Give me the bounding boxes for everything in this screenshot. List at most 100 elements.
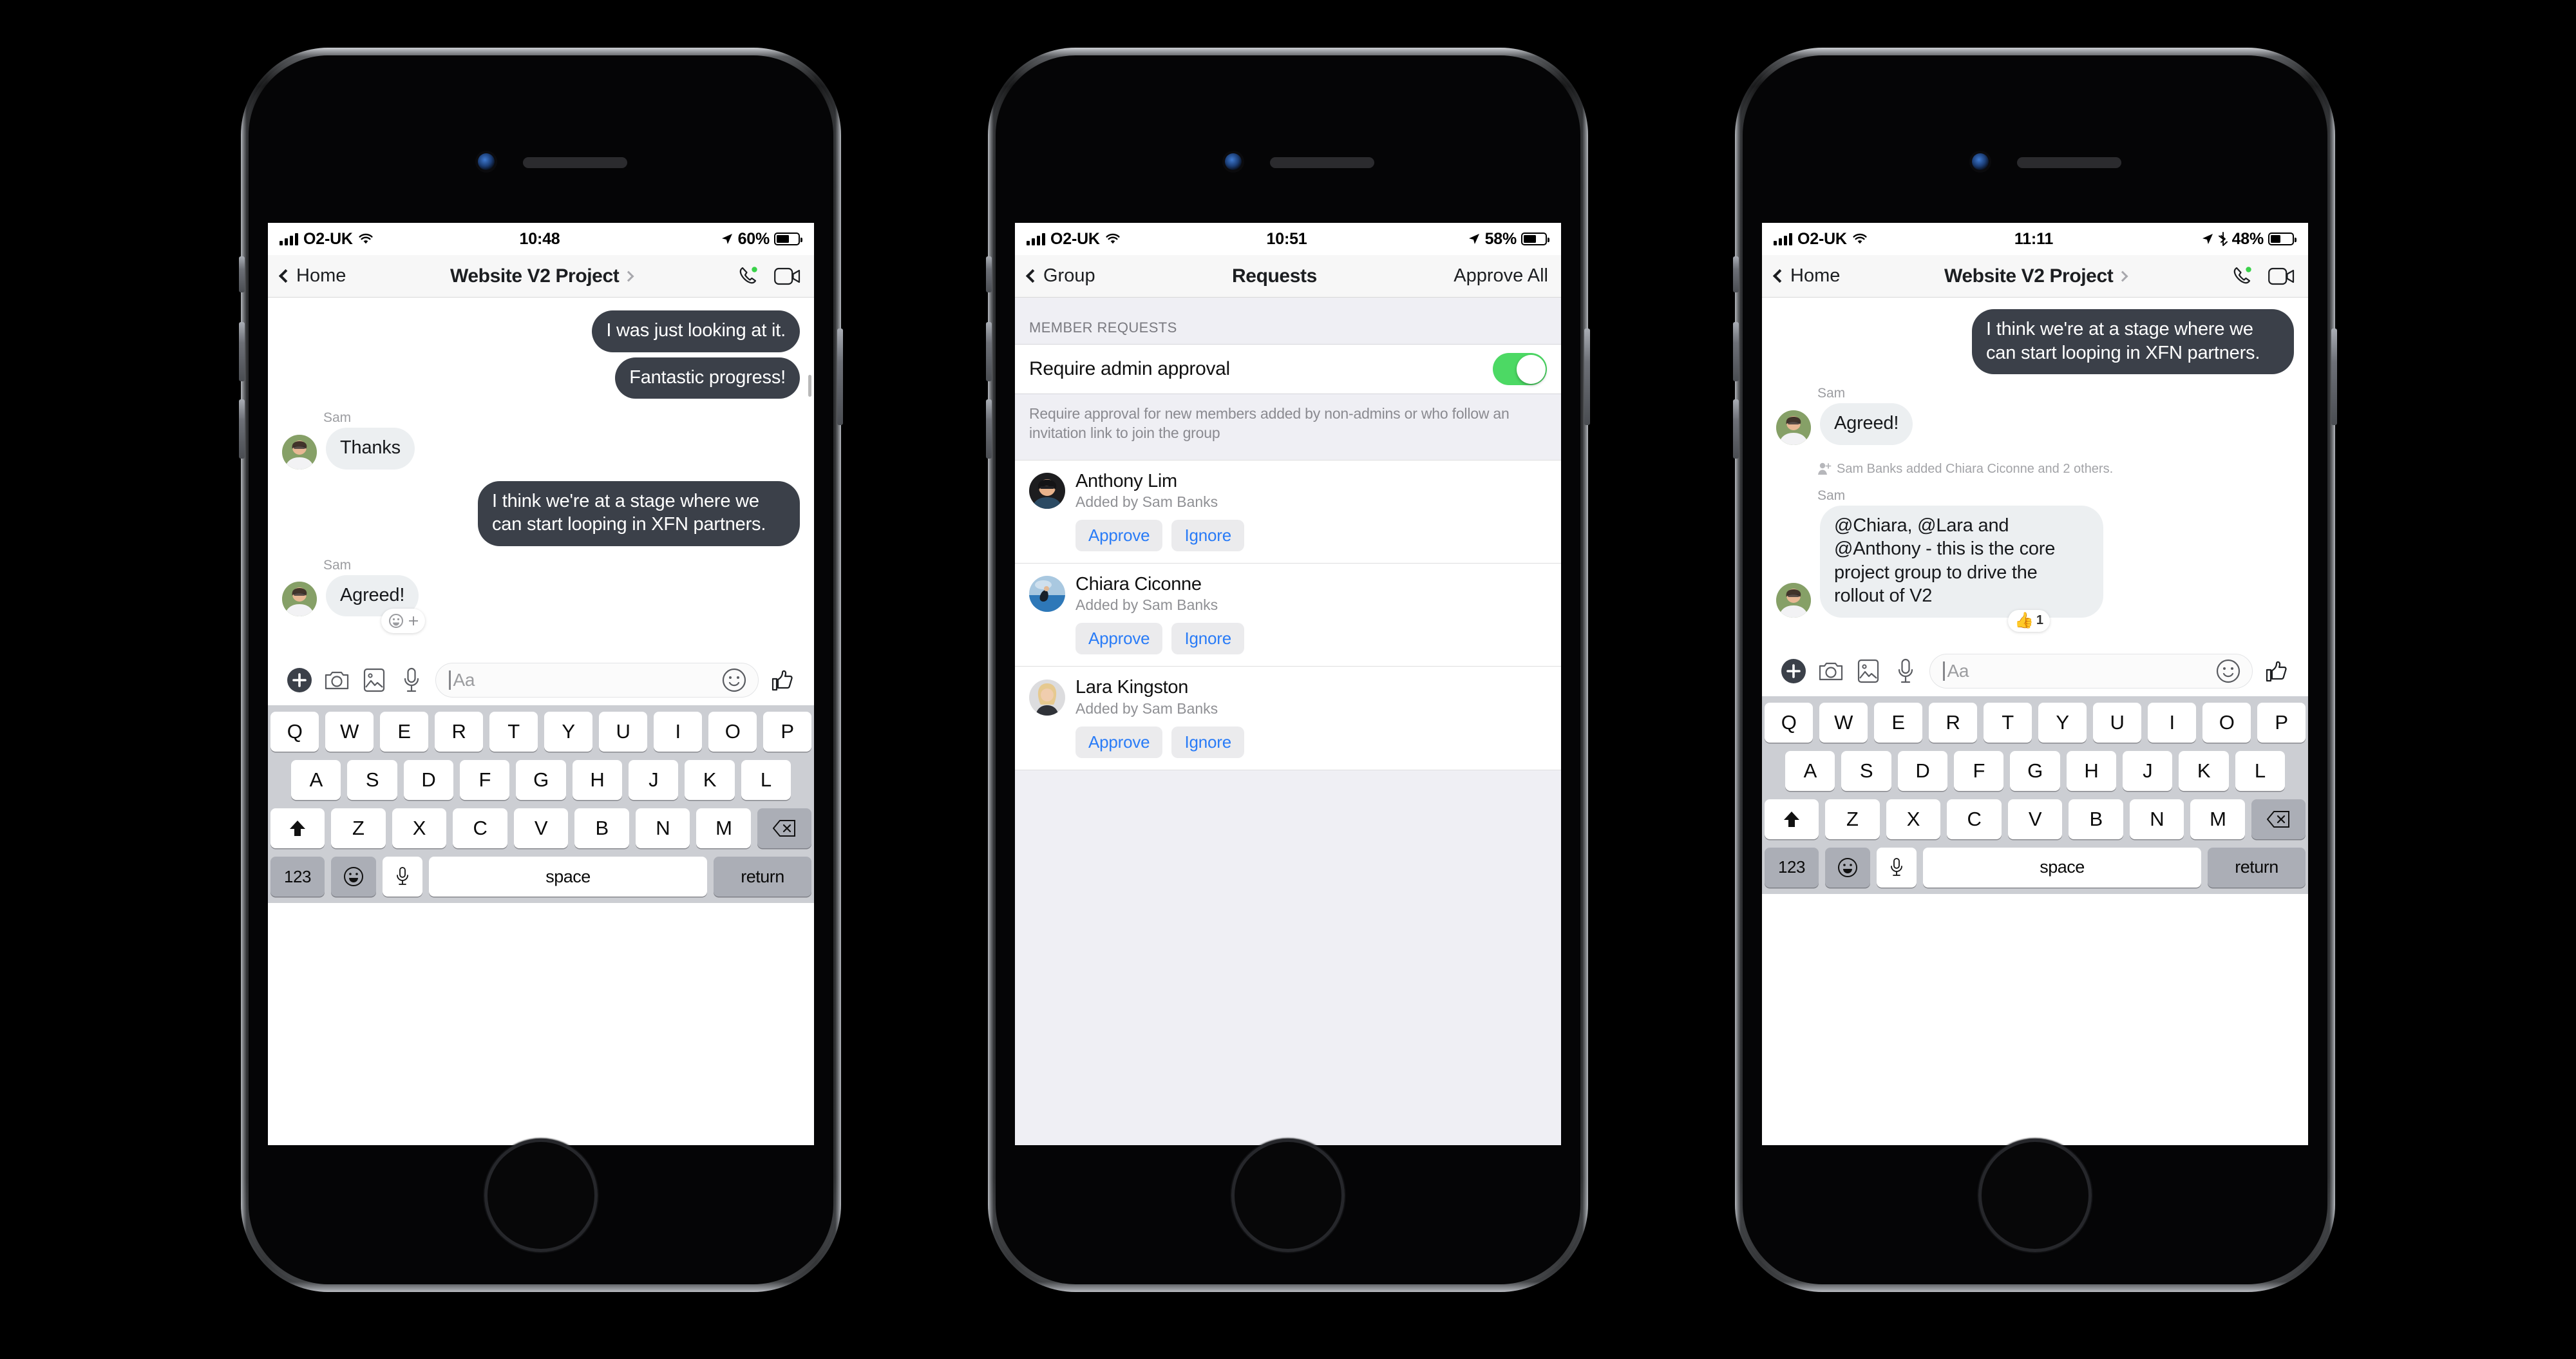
home-button[interactable] — [484, 1139, 598, 1252]
on-screen-keyboard[interactable]: Q W E R T Y U I O P A S D F G H J K L Z … — [268, 705, 814, 904]
microphone-icon[interactable] — [393, 667, 430, 693]
message-bubble-incoming[interactable]: Thanks — [326, 428, 415, 470]
key-u[interactable]: U — [2093, 702, 2141, 743]
key-f[interactable]: F — [460, 760, 510, 801]
shift-arrow-icon[interactable] — [270, 808, 325, 849]
home-button[interactable] — [1231, 1139, 1345, 1252]
home-button[interactable] — [1978, 1139, 2092, 1252]
backspace-delete-icon[interactable] — [757, 808, 812, 849]
key-u[interactable]: U — [599, 712, 647, 752]
key-q[interactable]: Q — [1765, 702, 1813, 743]
thumbs-up-icon[interactable] — [2258, 659, 2295, 683]
key-g[interactable]: G — [2010, 750, 2060, 791]
scrollbar[interactable] — [808, 375, 811, 397]
emoji-smiley-icon[interactable] — [2216, 659, 2240, 683]
key-t[interactable]: T — [489, 712, 538, 752]
plus-circle-icon[interactable] — [1775, 658, 1812, 684]
key-b[interactable]: B — [574, 808, 629, 849]
message-thread[interactable]: I was just looking at it. Fantastic prog… — [268, 298, 814, 656]
space-key[interactable]: space — [429, 857, 707, 897]
approve-all-button[interactable]: Approve All — [1454, 265, 1548, 287]
message-thread[interactable]: I think we're at a stage where we can st… — [1762, 298, 2308, 646]
key-d[interactable]: D — [403, 760, 453, 801]
volume-up-button[interactable] — [1733, 322, 1739, 381]
message-bubble-incoming[interactable]: Agreed! — [1820, 403, 1913, 445]
numeric-key[interactable]: 123 — [1765, 847, 1819, 888]
space-key[interactable]: space — [1923, 847, 2201, 888]
microphone-icon[interactable] — [1887, 658, 1924, 684]
key-x[interactable]: X — [392, 808, 447, 849]
thumbs-up-icon[interactable] — [764, 668, 801, 692]
volume-down-button[interactable] — [986, 399, 992, 459]
key-n[interactable]: N — [635, 808, 690, 849]
camera-icon[interactable] — [1812, 660, 1850, 683]
ignore-button[interactable]: Ignore — [1171, 623, 1244, 655]
key-s[interactable]: S — [347, 760, 397, 801]
key-p[interactable]: P — [2257, 702, 2306, 743]
video-camera-icon[interactable] — [2268, 266, 2295, 287]
photo-gallery-icon[interactable] — [355, 668, 393, 692]
volume-down-button[interactable] — [239, 399, 245, 459]
key-e[interactable]: E — [380, 712, 428, 752]
key-m[interactable]: M — [696, 808, 752, 849]
key-g[interactable]: G — [516, 760, 566, 801]
key-y[interactable]: Y — [2038, 702, 2087, 743]
numeric-key[interactable]: 123 — [270, 857, 325, 897]
require-admin-approval-toggle[interactable] — [1493, 353, 1547, 385]
ignore-button[interactable]: Ignore — [1171, 520, 1244, 552]
key-c[interactable]: C — [453, 808, 507, 849]
approve-button[interactable]: Approve — [1075, 623, 1163, 655]
key-o[interactable]: O — [2202, 702, 2251, 743]
key-a[interactable]: A — [1785, 750, 1835, 791]
back-button[interactable]: Home — [1772, 265, 1840, 287]
camera-icon[interactable] — [318, 669, 355, 692]
back-button[interactable]: Group — [1025, 265, 1095, 287]
key-k[interactable]: K — [2179, 750, 2229, 791]
key-s[interactable]: S — [1841, 750, 1891, 791]
emoji-smiley-icon[interactable] — [1825, 847, 1870, 888]
key-q[interactable]: Q — [270, 712, 319, 752]
sam-avatar[interactable] — [1776, 582, 1811, 618]
power-button[interactable] — [1584, 328, 1590, 425]
thread-title-button[interactable]: Website V2 Project — [1840, 265, 2231, 287]
key-w[interactable]: W — [325, 712, 374, 752]
silent-switch[interactable] — [986, 256, 992, 292]
emoji-smiley-icon[interactable] — [331, 857, 376, 897]
volume-up-button[interactable] — [239, 322, 245, 381]
key-y[interactable]: Y — [544, 712, 592, 752]
key-f[interactable]: F — [1954, 750, 2004, 791]
message-bubble-outgoing[interactable]: I think we're at a stage where we can st… — [478, 480, 800, 546]
thread-title-button[interactable]: Website V2 Project — [346, 265, 737, 287]
sam-avatar[interactable] — [1776, 410, 1811, 445]
key-z[interactable]: Z — [1824, 799, 1880, 839]
plus-circle-icon[interactable] — [281, 667, 318, 693]
volume-up-button[interactable] — [986, 322, 992, 381]
approve-button[interactable]: Approve — [1075, 520, 1163, 552]
key-n[interactable]: N — [2129, 799, 2184, 839]
anthony-avatar[interactable] — [1029, 472, 1065, 509]
photo-gallery-icon[interactable] — [1850, 659, 1887, 683]
key-b[interactable]: B — [2069, 799, 2123, 839]
key-r[interactable]: R — [435, 712, 483, 752]
lara-avatar[interactable] — [1029, 679, 1065, 716]
key-r[interactable]: R — [1929, 702, 1977, 743]
on-screen-keyboard[interactable]: Q W E R T Y U I O P A S D F G H J K L Z … — [1762, 696, 2308, 894]
key-h[interactable]: H — [2066, 750, 2116, 791]
key-i[interactable]: I — [2148, 702, 2196, 743]
power-button[interactable] — [837, 328, 843, 425]
return-key[interactable]: return — [714, 857, 811, 897]
ignore-button[interactable]: Ignore — [1171, 726, 1244, 758]
key-e[interactable]: E — [1874, 702, 1922, 743]
phone-call-icon[interactable] — [2231, 264, 2255, 289]
key-j[interactable]: J — [628, 760, 679, 801]
thumbs-up-reaction-badge[interactable]: 👍 1 — [2008, 609, 2050, 632]
key-m[interactable]: M — [2190, 799, 2246, 839]
video-camera-icon[interactable] — [774, 266, 801, 287]
key-k[interactable]: K — [685, 760, 735, 801]
silent-switch[interactable] — [1733, 256, 1739, 292]
approve-button[interactable]: Approve — [1075, 726, 1163, 758]
add-reaction-icon[interactable] — [381, 609, 425, 634]
message-input[interactable]: Aa — [435, 663, 759, 698]
message-bubble-outgoing[interactable]: I think we're at a stage where we can st… — [1972, 309, 2294, 375]
key-i[interactable]: I — [654, 712, 702, 752]
